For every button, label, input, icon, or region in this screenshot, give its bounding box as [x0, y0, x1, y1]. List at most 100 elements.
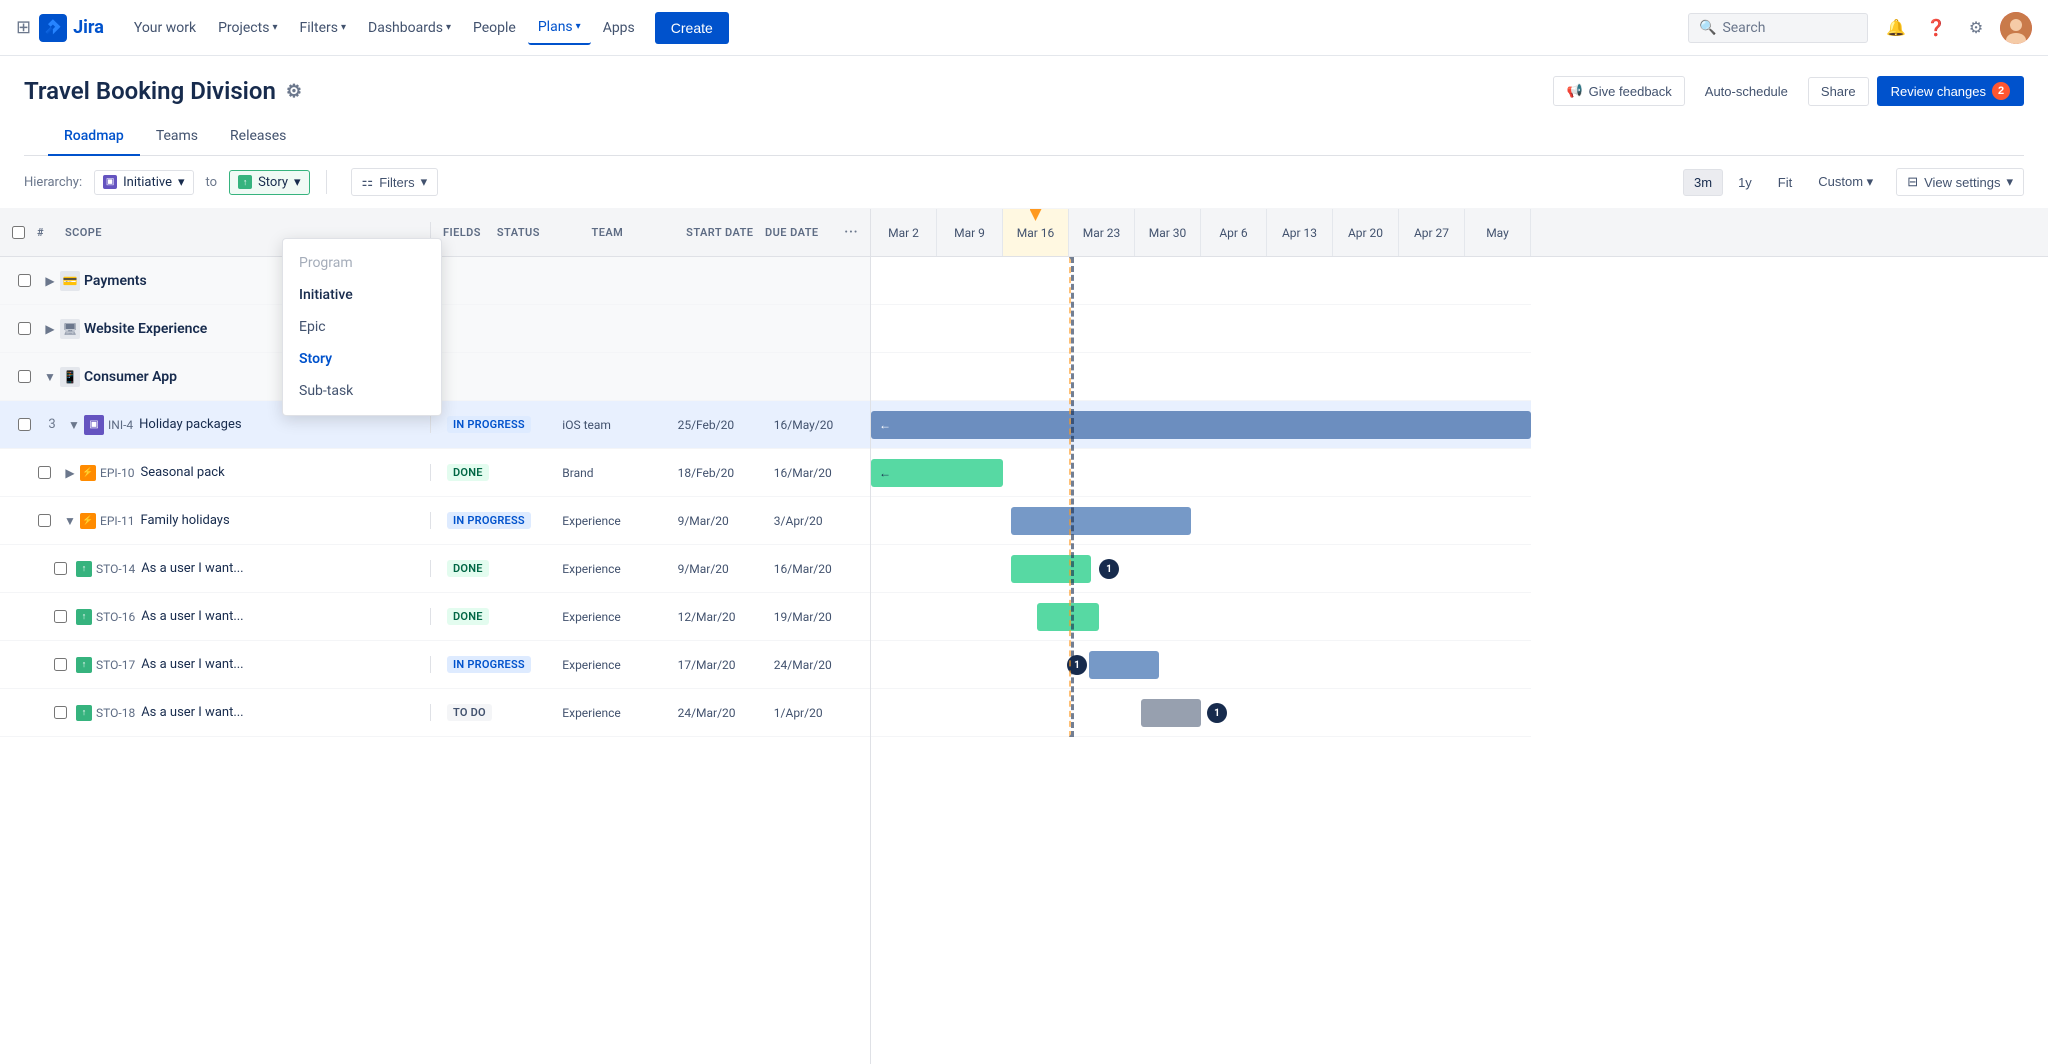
grid-icon[interactable]: ⊞: [16, 17, 31, 38]
today-marker: [1030, 209, 1042, 221]
gantt-row-epi10[interactable]: ←: [871, 449, 1531, 497]
gantt-bar-sto18[interactable]: [1141, 699, 1201, 727]
tf-custom-button[interactable]: Custom ▾: [1807, 168, 1884, 196]
payments-expand[interactable]: ▶: [40, 274, 60, 288]
create-button[interactable]: Create: [655, 12, 729, 44]
nav-people[interactable]: People: [463, 12, 526, 44]
hierarchy-to-select[interactable]: ↑ Story ▾: [229, 170, 309, 195]
tab-teams[interactable]: Teams: [140, 118, 214, 156]
sto16-start: 12/Mar/20: [670, 610, 766, 624]
settings-gear-icon[interactable]: ⚙: [286, 81, 302, 102]
tf-fit-button[interactable]: Fit: [1767, 169, 1803, 196]
consumer-expand[interactable]: ▼: [40, 370, 60, 384]
sto18-team: Experience: [554, 706, 669, 720]
row-epi-10: ▶ ⚡ EPI-10 Seasonal pack DONE Brand 18/F…: [0, 449, 870, 497]
gantt-row-sto14[interactable]: 1: [871, 545, 1531, 593]
settings-icon[interactable]: ⚙: [1960, 12, 1992, 44]
help-icon[interactable]: ❓: [1920, 12, 1952, 44]
timeframe-buttons: 3m 1y Fit Custom ▾ ⊟ View settings ▾: [1683, 168, 2024, 196]
epi10-checkbox[interactable]: [38, 466, 51, 479]
ini4-expand[interactable]: ▼: [64, 418, 84, 432]
search-text: Search: [1722, 20, 1765, 36]
nav-your-work[interactable]: Your work: [124, 12, 206, 44]
gantt-bar-epi10[interactable]: ←: [871, 459, 1003, 487]
arrow-icon: ←: [879, 418, 891, 432]
payments-checkbox[interactable]: [18, 274, 31, 287]
tf-1y-button[interactable]: 1y: [1727, 169, 1763, 196]
ini4-type-icon: ▣: [84, 415, 104, 435]
gantt-row-epi11[interactable]: [871, 497, 1531, 545]
hierarchy-from-select[interactable]: ▣ Initiative ▾: [94, 170, 193, 195]
gantt-row-sto16[interactable]: [871, 593, 1531, 641]
notifications-icon[interactable]: 🔔: [1880, 12, 1912, 44]
jira-logo-icon: [39, 14, 67, 42]
tab-releases[interactable]: Releases: [214, 118, 302, 156]
hierarchy-dropdown: Program Initiative Epic Story Sub-task: [282, 238, 442, 416]
gantt-bar-epi11[interactable]: [1011, 507, 1191, 535]
tf-3m-button[interactable]: 3m: [1683, 169, 1723, 196]
tab-roadmap[interactable]: Roadmap: [48, 118, 140, 156]
dropdown-story[interactable]: Story: [283, 343, 441, 375]
search-box[interactable]: 🔍 Search: [1688, 13, 1868, 43]
epi10-expand[interactable]: ▶: [60, 466, 80, 480]
gantt-bar-ini4[interactable]: ←: [871, 411, 1531, 439]
sto17-due: 24/Mar/20: [766, 658, 862, 672]
filter-icon: ⚏: [362, 174, 374, 190]
dropdown-epic[interactable]: Epic: [283, 311, 441, 343]
gantt-row-ini4[interactable]: ←: [871, 401, 1531, 449]
gantt-bar-sto17[interactable]: [1089, 651, 1159, 679]
nav-apps[interactable]: Apps: [593, 12, 645, 44]
filters-button[interactable]: ⚏ Filters ▾: [351, 168, 439, 196]
gantt-bar-sto16[interactable]: [1037, 603, 1099, 631]
sto16-checkbox[interactable]: [54, 610, 67, 623]
sto14-team: Experience: [554, 562, 669, 576]
sto16-due: 19/Mar/20: [766, 610, 862, 624]
nav-dashboards[interactable]: Dashboards ▾: [358, 12, 461, 44]
review-button[interactable]: Review changes 2: [1877, 76, 2024, 106]
gantt-row-website: [871, 305, 1531, 353]
status-header: Status: [497, 226, 592, 239]
gantt-col-mar16: Mar 16: [1003, 209, 1069, 256]
sto14-checkbox[interactable]: [54, 562, 67, 575]
sto18-checkbox[interactable]: [54, 706, 67, 719]
feedback-button[interactable]: 📢 Give feedback: [1553, 76, 1684, 106]
website-checkbox[interactable]: [18, 322, 31, 335]
ini4-due: 16/May/20: [766, 418, 862, 432]
gantt-row-sto17[interactable]: 1: [871, 641, 1531, 689]
sto18-id: STO-18: [96, 706, 135, 720]
sto14-status: DONE: [447, 560, 489, 577]
sto17-checkbox[interactable]: [54, 658, 67, 671]
gantt-bar-sto14[interactable]: [1011, 555, 1091, 583]
user-avatar[interactable]: [2000, 12, 2032, 44]
epi11-checkbox[interactable]: [38, 514, 51, 527]
sto14-start: 9/Mar/20: [670, 562, 766, 576]
epi10-start: 18/Feb/20: [670, 466, 766, 480]
logo-text: Jira: [73, 17, 104, 38]
gantt-panel: Mar 2 Mar 9 Mar 16 Mar 23 Mar 30 Apr 6 A…: [870, 209, 2048, 1064]
fields-more-menu[interactable]: ···: [844, 222, 858, 243]
dropdown-subtask[interactable]: Sub-task: [283, 375, 441, 407]
epi10-id: EPI-10: [100, 466, 134, 480]
sto18-badge: 1: [1207, 703, 1227, 723]
nav-plans[interactable]: Plans ▾: [528, 11, 591, 45]
jira-logo[interactable]: Jira: [39, 14, 104, 42]
nav-projects[interactable]: Projects ▾: [208, 12, 287, 44]
nav-filters[interactable]: Filters ▾: [289, 12, 356, 44]
sto18-type-icon: ↑: [76, 705, 92, 721]
gantt-row-sto18[interactable]: 1: [871, 689, 1531, 737]
dropdown-initiative[interactable]: Initiative: [283, 279, 441, 311]
gantt-header: Mar 2 Mar 9 Mar 16 Mar 23 Mar 30 Apr 6 A…: [871, 209, 2048, 257]
ini4-checkbox[interactable]: [18, 418, 31, 431]
sto17-id: STO-17: [96, 658, 135, 672]
website-expand[interactable]: ▶: [40, 322, 60, 336]
gantt-col-apr6: Apr 6: [1201, 209, 1267, 256]
share-button[interactable]: Share: [1808, 77, 1869, 106]
consumer-checkbox[interactable]: [18, 370, 31, 383]
select-all-checkbox[interactable]: [12, 226, 25, 239]
row-sto-18: ↑ STO-18 As a user I want... TO DO Exper…: [0, 689, 870, 737]
autoschedule-button[interactable]: Auto-schedule: [1693, 78, 1800, 105]
hierarchy-to-label: Story: [258, 175, 288, 190]
initiative-icon: ▣: [103, 175, 117, 189]
epi11-expand[interactable]: ▼: [60, 514, 80, 528]
view-settings-button[interactable]: ⊟ View settings ▾: [1896, 168, 2024, 196]
